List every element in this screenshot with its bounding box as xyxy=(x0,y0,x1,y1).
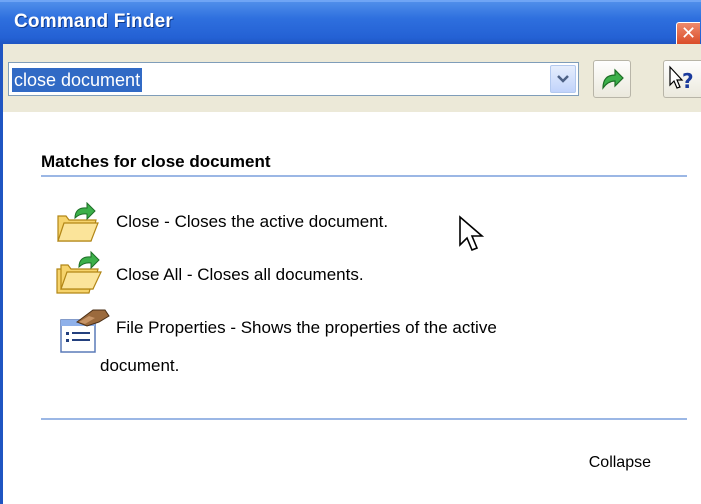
go-button[interactable] xyxy=(593,60,631,98)
toolbar: close document ? xyxy=(0,44,701,112)
help-glyph: ? xyxy=(682,69,694,93)
mouse-cursor-icon xyxy=(458,215,486,260)
result-file-properties[interactable]: File Properties - Shows the properties o… xyxy=(116,312,497,344)
heading-divider xyxy=(41,175,687,177)
chevron-down-icon xyxy=(557,75,569,83)
window-title: Command Finder xyxy=(14,11,174,32)
green-arrow-icon xyxy=(602,68,624,90)
result-label-continued: document. xyxy=(100,356,180,375)
result-label: Close All - Closes all documents. xyxy=(116,265,364,284)
command-search-combobox[interactable]: close document xyxy=(8,62,579,96)
close-icon: ✕ xyxy=(680,23,697,43)
results-panel: Matches for close document Close - Close… xyxy=(0,112,701,504)
result-label: File Properties - Shows the properties o… xyxy=(116,318,497,337)
result-close[interactable]: Close - Closes the active document. xyxy=(116,206,388,238)
result-file-properties-cont[interactable]: document. xyxy=(100,350,179,382)
dropdown-button[interactable] xyxy=(550,65,576,93)
matches-heading: Matches for close document xyxy=(41,152,271,171)
result-label: Close - Closes the active document. xyxy=(116,212,389,231)
collapse-link[interactable]: Collapse xyxy=(589,454,651,472)
title-bar: Command Finder ✕ xyxy=(0,0,701,46)
help-button[interactable]: ? xyxy=(663,60,701,98)
close-button[interactable]: ✕ xyxy=(676,22,700,46)
search-input[interactable]: close document xyxy=(12,68,143,92)
result-close-all[interactable]: Close All - Closes all documents. xyxy=(116,259,364,291)
folder-back-arrow-icon xyxy=(55,201,101,249)
whats-this-help-icon: ? xyxy=(669,65,694,93)
folder-back-arrow-icon xyxy=(55,249,107,302)
footer-divider xyxy=(41,418,687,420)
